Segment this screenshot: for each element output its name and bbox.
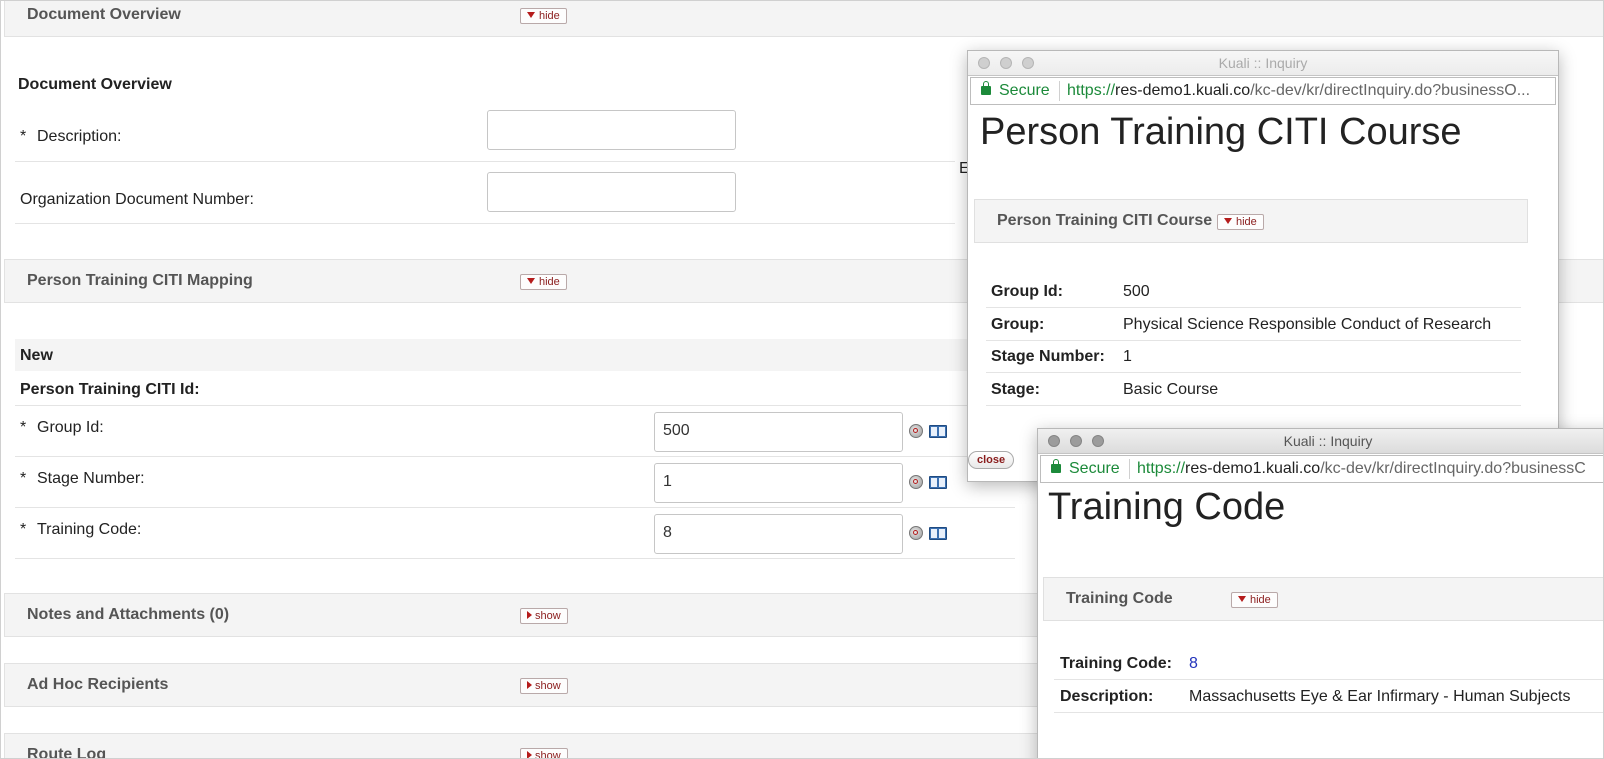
divider — [15, 223, 955, 224]
divider — [986, 372, 1521, 373]
book-icon[interactable] — [929, 425, 947, 438]
divider — [1054, 712, 1603, 713]
inquiry-heading: Training Code — [1048, 486, 1286, 528]
window-titlebar: Kuali :: Inquiry — [968, 51, 1558, 76]
section-title: Route Log — [27, 746, 107, 759]
url-text: https://res-demo1.kuali.co/kc-dev/kr/dir… — [1137, 460, 1586, 477]
group-id-input[interactable]: 500 — [654, 412, 903, 452]
training-code-label: Training Code: — [37, 521, 142, 538]
route-log-toggle-button[interactable]: show — [520, 748, 568, 758]
panel-toggle-button[interactable]: hide — [1231, 592, 1278, 608]
address-bar[interactable]: Secure https://res-demo1.kuali.co/kc-dev… — [1040, 455, 1603, 483]
window-minimize-icon[interactable] — [1070, 435, 1082, 447]
field-value: Massachusetts Eye & Ear Infirmary - Huma… — [1189, 688, 1571, 705]
url-separator — [1129, 459, 1130, 479]
adhoc-toggle-button[interactable]: show — [520, 678, 568, 694]
url-separator — [1059, 81, 1060, 101]
new-label: New — [20, 347, 53, 364]
divider — [986, 340, 1521, 341]
window-title: Kuali :: Inquiry — [1218, 55, 1308, 71]
required-marker: * — [20, 470, 27, 487]
divider — [986, 307, 1521, 308]
field-label: Description: — [1060, 688, 1154, 705]
window-minimize-icon[interactable] — [1000, 57, 1012, 69]
required-marker: * — [20, 128, 27, 145]
triangle-down-icon — [1224, 218, 1232, 224]
window-close-icon[interactable] — [978, 57, 990, 69]
panel-title: Person Training CITI Course — [997, 212, 1213, 229]
triangle-right-icon — [527, 681, 532, 689]
field-value: 500 — [1123, 283, 1150, 300]
inquiry-heading: Person Training CITI Course — [980, 111, 1462, 153]
window-titlebar: Kuali :: Inquiry — [1038, 429, 1603, 454]
secure-label: Secure — [1069, 460, 1120, 477]
new-band — [15, 339, 1015, 371]
lock-icon — [1051, 459, 1061, 473]
divider — [986, 405, 1521, 406]
document-overview-toggle-button[interactable]: hide — [520, 8, 567, 24]
section-title: Document Overview — [27, 6, 181, 23]
notes-toggle-button[interactable]: show — [520, 608, 568, 624]
field-value: Basic Course — [1123, 381, 1219, 398]
inquiry-window-citi-course: Kuali :: Inquiry Secure https://res-demo… — [967, 50, 1559, 482]
section-title: Notes and Attachments (0) — [27, 606, 230, 623]
document-overview-section-header: Document Overview hide — [4, 1, 1603, 37]
divider — [15, 405, 1015, 406]
address-bar[interactable]: Secure https://res-demo1.kuali.co/kc-dev… — [970, 77, 1556, 105]
triangle-right-icon — [527, 751, 532, 758]
window-zoom-icon[interactable] — [1022, 57, 1034, 69]
field-value: Physical Science Responsible Conduct of … — [1123, 316, 1492, 333]
book-icon[interactable] — [929, 476, 947, 489]
field-label: Group Id: — [991, 283, 1063, 300]
org-document-number-input[interactable] — [487, 172, 736, 212]
triangle-down-icon — [527, 12, 535, 18]
citi-mapping-toggle-button[interactable]: hide — [520, 274, 567, 290]
citi-id-label: Person Training CITI Id: — [20, 381, 200, 398]
description-input[interactable] — [487, 110, 736, 150]
required-marker: * — [20, 521, 27, 538]
stage-number-label: Stage Number: — [37, 470, 145, 487]
panel-toggle-button[interactable]: hide — [1217, 214, 1264, 230]
inquiry-panel-header: Person Training CITI Course hide — [974, 199, 1528, 243]
divider — [15, 507, 1015, 508]
lookup-icon[interactable] — [909, 526, 923, 540]
book-icon[interactable] — [929, 527, 947, 540]
inquiry-panel-header: Training Code hide — [1043, 577, 1603, 621]
stage-number-input[interactable]: 1 — [654, 463, 903, 503]
org-document-number-label: Organization Document Number: — [20, 191, 254, 208]
divider — [15, 456, 1015, 457]
window-title: Kuali :: Inquiry — [1283, 433, 1373, 449]
section-title: Ad Hoc Recipients — [27, 676, 169, 693]
description-label: Description: — [37, 128, 122, 145]
divider — [15, 558, 1015, 559]
divider — [15, 161, 955, 162]
panel-title: Training Code — [1066, 590, 1173, 607]
lookup-icon[interactable] — [909, 475, 923, 489]
secure-label: Secure — [999, 82, 1050, 99]
triangle-right-icon — [527, 611, 532, 619]
training-code-link[interactable]: 8 — [1189, 655, 1198, 673]
close-button[interactable]: close — [968, 451, 1015, 469]
window-zoom-icon[interactable] — [1092, 435, 1104, 447]
lock-icon — [981, 81, 991, 95]
inquiry-window-training-code: Kuali :: Inquiry Secure https://res-demo… — [1037, 428, 1603, 758]
required-marker: * — [20, 419, 27, 436]
triangle-down-icon — [527, 278, 535, 284]
url-text: https://res-demo1.kuali.co/kc-dev/kr/dir… — [1067, 82, 1531, 99]
divider — [1054, 679, 1603, 680]
triangle-down-icon — [1238, 596, 1246, 602]
field-label: Training Code: — [1060, 655, 1172, 672]
field-label: Group: — [991, 316, 1045, 333]
document-overview-heading: Document Overview — [18, 76, 172, 93]
lookup-icon[interactable] — [909, 424, 923, 438]
field-value: 1 — [1123, 348, 1132, 365]
training-code-input[interactable]: 8 — [654, 514, 903, 554]
group-id-label: Group Id: — [37, 419, 104, 436]
kuali-maintenance-page: Document Overview hide Document Overview… — [0, 0, 1604, 759]
section-title: Person Training CITI Mapping — [27, 272, 253, 289]
field-label: Stage Number: — [991, 348, 1105, 365]
field-label: Stage: — [991, 381, 1040, 398]
window-close-icon[interactable] — [1048, 435, 1060, 447]
